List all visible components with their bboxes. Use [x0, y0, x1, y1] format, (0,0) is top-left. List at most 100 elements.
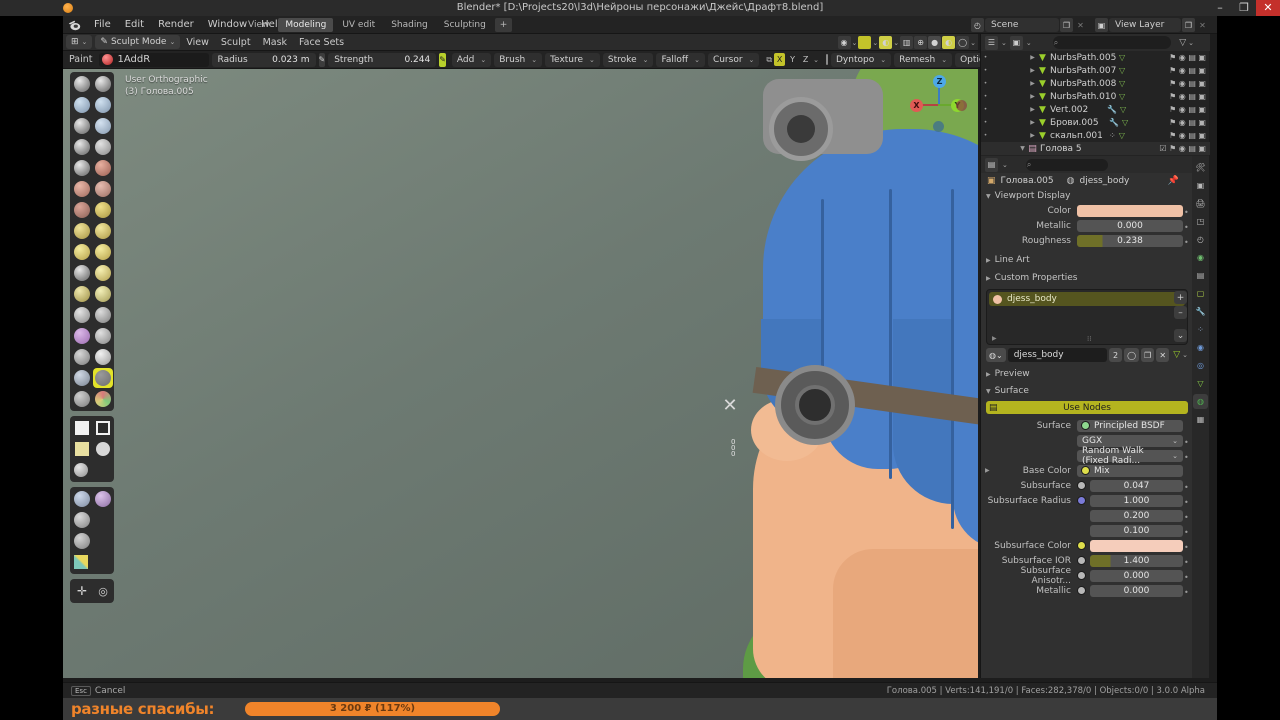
expand-triangle-icon[interactable]: ▶	[1028, 67, 1037, 74]
fake-user-icon[interactable]: ◯	[1124, 348, 1140, 362]
tab-texture-icon[interactable]: ▦	[1193, 412, 1208, 427]
unlink-material-icon[interactable]: ✕	[1156, 348, 1170, 362]
tool-nudge-brush-icon[interactable]	[72, 284, 92, 304]
subsurface-ior-value[interactable]: 1.400	[1090, 554, 1183, 567]
view-layer-name-field[interactable]: View Layer	[1109, 18, 1181, 32]
tool-crease-brush-icon[interactable]	[72, 158, 92, 178]
viewlayer-icon[interactable]: ▣	[1095, 18, 1108, 32]
xray-icon[interactable]: ▥	[900, 36, 914, 49]
animate-dot-icon[interactable]: •	[1184, 208, 1190, 217]
properties-editor-icon[interactable]: ▤	[985, 157, 998, 172]
dyntopo-checkbox[interactable]	[826, 54, 828, 65]
tool-mask-by-color-icon[interactable]	[72, 531, 92, 551]
outliner-row-nurbspath007[interactable]: • ▶ ▼ NurbsPath.007 ▽ ⚑ ◉ ▤ ▣	[981, 64, 1210, 77]
tool-multires-displacement-smear-icon[interactable]	[93, 368, 113, 388]
tab-material-icon[interactable]: ◍	[1193, 394, 1208, 409]
shading-rendered-icon[interactable]: ◯	[956, 36, 970, 49]
section-custom-properties[interactable]: ▶ Custom Properties	[981, 271, 1193, 285]
subsurface-method-dropdown[interactable]: Random Walk (Fixed Radi... ⌄	[1077, 446, 1183, 466]
section-preview[interactable]: ▶ Preview	[981, 367, 1193, 381]
tab-object-icon[interactable]: ▢	[1193, 286, 1208, 301]
outliner-row-golova5[interactable]: ▼ ▤ Голова 5 ☑ ⚑ ◉ ▤ ▣	[981, 142, 1210, 155]
tool-color-filter-icon[interactable]	[72, 510, 92, 530]
workspace-tab-uvedit[interactable]: UV edit	[335, 18, 382, 32]
animate-dot-icon[interactable]: •	[1184, 528, 1190, 537]
menu-file[interactable]: File	[87, 16, 118, 34]
strength-pressure-icon[interactable]: ✎	[439, 52, 446, 67]
falloff-dropdown[interactable]: Falloff ⌄	[656, 52, 705, 67]
tool-clay-brush-icon[interactable]	[72, 95, 92, 115]
outliner-row-brovi005[interactable]: • ▶ ▼ Брови.005 🔧 ▽ ⚑ ◉ ▤ ▣	[981, 116, 1210, 129]
material-specials-menu-button[interactable]: ⌄	[1174, 329, 1187, 342]
new-scene-icon[interactable]: ❐	[1060, 18, 1073, 32]
breadcrumb-material-name[interactable]: djess_body	[1080, 176, 1130, 186]
tab-scene-icon[interactable]: ◴	[1193, 232, 1208, 247]
shading-material-icon[interactable]: ◐	[942, 36, 956, 49]
viewport-menu-facesets[interactable]: Face Sets	[293, 34, 350, 51]
outliner-display-mode-icon[interactable]: ☰	[985, 35, 998, 50]
scene-name-field[interactable]: Scene	[985, 18, 1059, 32]
expand-triangle-icon[interactable]: ▶	[1028, 132, 1037, 139]
tool-line-mask-icon[interactable]	[72, 439, 92, 459]
subsurface-value[interactable]: 0.047	[1090, 479, 1183, 492]
tool-transform-icon[interactable]: ✛	[72, 581, 92, 601]
material-slot-row[interactable]: djess_body	[989, 292, 1185, 306]
symmetry-z-toggle[interactable]: Z	[800, 53, 811, 66]
maximize-button[interactable]: ❐	[1232, 0, 1256, 16]
subsurface-radius-y[interactable]: 0.200	[1090, 509, 1183, 522]
expand-triangle-icon[interactable]: ▶	[1028, 80, 1037, 87]
subsurface-radius-x[interactable]: 1.000	[1090, 494, 1183, 507]
tab-modifier-icon[interactable]: 🔧	[1193, 304, 1208, 319]
animate-dot-icon[interactable]: •	[1184, 558, 1190, 567]
tool-fill-brush-icon[interactable]	[93, 179, 113, 199]
surface-value[interactable]: Principled BSDF	[1094, 421, 1165, 431]
minimize-button[interactable]: –	[1208, 0, 1232, 16]
show-overlays-icon[interactable]: ◐	[879, 36, 893, 49]
dyntopo-dropdown[interactable]: Dyntopo ⌄	[831, 52, 892, 67]
outliner-row-toggles[interactable]: ⚑ ◉ ▤ ▣	[1169, 53, 1206, 62]
tool-slide-relax-brush-icon[interactable]	[72, 305, 92, 325]
strength-field[interactable]: Strength 0.244	[328, 52, 437, 67]
viewport-color-swatch[interactable]	[1077, 204, 1183, 217]
outliner-row-toggles[interactable]: ⚑ ◉ ▤ ▣	[1169, 92, 1206, 101]
tool-box-face-set-icon[interactable]	[72, 460, 92, 480]
tool-flatten-brush-icon[interactable]	[72, 179, 92, 199]
tab-collection-icon[interactable]: ▤	[1193, 268, 1208, 283]
cursor-dropdown[interactable]: Cursor ⌄	[707, 52, 760, 67]
tool-lasso-mask-icon[interactable]	[93, 418, 113, 438]
workspace-tab-modeling[interactable]: Modeling	[278, 18, 334, 32]
subsurface-radius-z[interactable]: 0.100	[1090, 524, 1183, 537]
tool-multires-displacement-eraser-icon[interactable]	[72, 368, 92, 388]
viewport-menu-mask[interactable]: Mask	[257, 34, 293, 51]
tool-box-mask-icon[interactable]	[72, 418, 92, 438]
shading-solid-icon[interactable]: ●	[928, 36, 942, 49]
tool-grab-brush-icon[interactable]	[93, 221, 113, 241]
tool-boundary-brush-icon[interactable]	[93, 305, 113, 325]
subsurface-color-swatch[interactable]	[1090, 539, 1183, 552]
unlink-scene-icon[interactable]: ✕	[1074, 18, 1087, 32]
animate-dot-icon[interactable]: •	[1184, 238, 1190, 247]
node-tree-icon[interactable]: ▽	[1173, 350, 1180, 360]
gizmo-axis-z-neg[interactable]	[933, 121, 944, 132]
3d-viewport[interactable]: User Orthographic (3) Голова.005 Z X Y ✕…	[63, 69, 978, 678]
workspace-tab-view[interactable]: View	[241, 18, 276, 32]
animate-dot-icon[interactable]: •	[1184, 543, 1190, 552]
stroke-dropdown[interactable]: Stroke ⌄	[602, 52, 654, 67]
tool-box-hide-icon[interactable]	[93, 439, 113, 459]
viewport-menu-sculpt[interactable]: Sculpt	[215, 34, 257, 51]
section-line-art[interactable]: ▶ Line Art	[981, 253, 1193, 267]
close-button[interactable]: ✕	[1256, 0, 1280, 16]
section-surface[interactable]: ▼ Surface	[981, 384, 1193, 398]
section-viewport-display[interactable]: ▼ Viewport Display	[981, 189, 1193, 203]
tool-paint-brush-icon[interactable]	[72, 389, 92, 409]
animate-dot-icon[interactable]: •	[1184, 498, 1190, 507]
animate-dot-icon[interactable]: •	[1184, 588, 1190, 597]
tool-clay-strips-brush-icon[interactable]	[93, 95, 113, 115]
show-gizmo-icon[interactable]	[858, 36, 872, 49]
tab-output-icon[interactable]: 🖨	[1193, 196, 1208, 211]
tab-physics-icon[interactable]: ◉	[1193, 340, 1208, 355]
new-viewlayer-icon[interactable]: ❐	[1182, 18, 1195, 32]
animate-dot-icon[interactable]: •	[1184, 483, 1190, 492]
remesh-dropdown[interactable]: Remesh ⌄	[894, 52, 953, 67]
tool-cloth-brush-icon[interactable]	[72, 326, 92, 346]
